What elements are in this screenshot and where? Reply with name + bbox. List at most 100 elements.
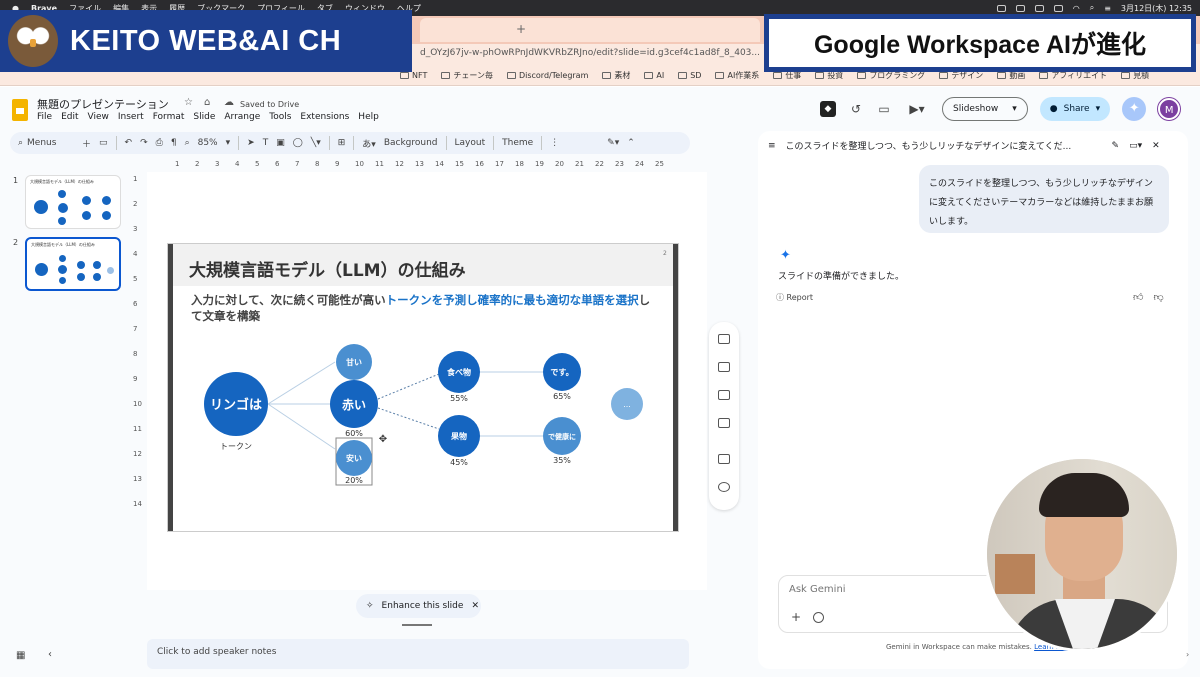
wifi-icon[interactable]: ◠: [1073, 4, 1080, 13]
battery-icon[interactable]: [1053, 4, 1063, 12]
shape-icon[interactable]: ◯: [293, 138, 303, 148]
slide-2[interactable]: 大規模言語モデル（LLM）の仕組み 2 入力に対して、次に続く可能性が高いトーク…: [168, 244, 678, 531]
calendar-icon[interactable]: [718, 334, 730, 344]
extension-icon[interactable]: ◆: [820, 101, 836, 117]
menubar-clock[interactable]: 3月12日(木) 12:35: [1121, 3, 1192, 14]
input-tools-icon[interactable]: あ▾: [362, 137, 376, 150]
ruler-tick-label: 19: [535, 160, 544, 168]
new-slide-icon[interactable]: ＋: [82, 137, 91, 150]
slide-number: 2: [13, 238, 19, 247]
bookmark-item[interactable]: 素材: [602, 70, 630, 81]
slides-logo-icon[interactable]: [12, 99, 28, 121]
ruler-tick-label: 4: [235, 160, 240, 168]
star-icon[interactable]: ☆: [184, 97, 193, 108]
folder-icon[interactable]: [718, 418, 730, 428]
gemini-sparkle-icon[interactable]: ✦: [1122, 97, 1147, 121]
collapse-filmstrip-icon[interactable]: ‹: [48, 649, 52, 660]
node-food-pct: 55%: [450, 394, 468, 403]
panel-layout-icon[interactable]: ▭▾: [1129, 141, 1142, 151]
menu-help[interactable]: Help: [358, 112, 379, 122]
bookmark-item[interactable]: Discord/Telegram: [506, 71, 588, 80]
chevron-down-icon[interactable]: ▾: [1096, 97, 1101, 121]
bookmark-item[interactable]: AI作業系: [715, 70, 759, 81]
background-button[interactable]: Background: [384, 138, 438, 148]
comments-icon[interactable]: ▭: [876, 101, 892, 117]
status-icon[interactable]: [996, 4, 1006, 12]
theme-button[interactable]: Theme: [502, 138, 533, 148]
line-icon[interactable]: ╲▾: [311, 138, 321, 148]
print-icon[interactable]: ⎙: [156, 138, 163, 148]
toolbar-divider: [445, 136, 447, 150]
menu-file[interactable]: File: [37, 112, 52, 122]
zoom-select[interactable]: 85%: [198, 138, 218, 148]
editing-mode-icon[interactable]: ✎▾: [607, 138, 619, 148]
control-center-icon[interactable]: ≡: [1104, 4, 1111, 13]
url-text[interactable]: d_OYzJ67jv-w-phOwRPnJdWKVRbZRJno/edit?sl…: [420, 48, 760, 58]
new-chat-icon[interactable]: ✎: [1112, 141, 1120, 151]
account-avatar[interactable]: M: [1158, 98, 1181, 120]
chevron-down-icon[interactable]: ▾: [1012, 98, 1017, 120]
gemini-thread-title[interactable]: このスライドを整理しつつ、もう少しリッチなデザインに変えてくだ...: [786, 139, 1102, 152]
move-folder-icon[interactable]: ⌂: [204, 97, 210, 108]
image-icon[interactable]: ▣: [276, 138, 285, 148]
meet-icon[interactable]: ▶▾: [904, 101, 930, 117]
menu-view[interactable]: View: [88, 112, 109, 122]
menu-slide[interactable]: Slide: [193, 112, 215, 122]
close-icon[interactable]: ✕: [471, 601, 479, 611]
menu-edit[interactable]: Edit: [61, 112, 78, 122]
status-icon[interactable]: [1015, 4, 1025, 12]
chevron-down-icon[interactable]: ▾: [226, 138, 231, 148]
menu-tools[interactable]: Tools: [269, 112, 291, 122]
target-icon[interactable]: [718, 482, 730, 492]
keep-icon[interactable]: [718, 362, 730, 372]
bookmark-item[interactable]: AI: [644, 71, 664, 80]
paint-format-icon[interactable]: ¶: [171, 138, 177, 148]
panel-scroll-icon[interactable]: ›: [1186, 650, 1189, 659]
bookmark-item[interactable]: チェーン毎: [441, 70, 493, 81]
close-icon[interactable]: ✕: [1152, 141, 1160, 151]
ruler-tick-label: 9: [335, 160, 340, 168]
menu-icon[interactable]: ≡: [768, 141, 776, 151]
ask-gemini-input[interactable]: [789, 584, 989, 595]
search-icon[interactable]: ⌕: [1090, 3, 1094, 13]
redo-icon[interactable]: ↷: [140, 138, 148, 148]
slideshow-button[interactable]: Slideshow ▾: [942, 97, 1028, 121]
more-options-icon[interactable]: ⋮: [550, 138, 559, 148]
share-button[interactable]: ● Share ▾: [1039, 97, 1111, 121]
new-tab-button[interactable]: +: [516, 22, 526, 36]
thumbs-down-icon[interactable]: 👎︎: [1153, 291, 1163, 303]
bookmark-item[interactable]: SD: [678, 71, 701, 80]
report-button[interactable]: ⓘ Report: [776, 292, 813, 303]
menu-arrange[interactable]: Arrange: [224, 112, 260, 122]
slide-thumbnail-1[interactable]: 大規模言語モデル（LLM）の仕組み: [25, 175, 121, 229]
header-actions: ◆ ↺ ▭ ▶▾ Slideshow ▾ ● Share ▾ ✦ M: [820, 96, 1181, 122]
thumbs-up-icon[interactable]: 👍︎: [1133, 291, 1143, 303]
menu-format[interactable]: Format: [153, 112, 185, 122]
add-icon[interactable]: +: [791, 610, 801, 624]
ruler-tick-label: 12: [395, 160, 404, 168]
collapse-toolbar-icon[interactable]: ⌃: [627, 138, 635, 148]
new-slide-layout-icon[interactable]: ▭: [99, 138, 108, 148]
add-on-icon[interactable]: [718, 454, 730, 464]
menu-insert[interactable]: Insert: [118, 112, 144, 122]
text-box-icon[interactable]: T: [263, 138, 269, 148]
history-icon[interactable]: ↺: [848, 101, 864, 117]
undo-icon[interactable]: ↶: [125, 138, 133, 148]
menus-search[interactable]: ⌕ Menus: [18, 138, 74, 148]
speaker-notes[interactable]: Click to add speaker notes: [147, 639, 689, 669]
slide-thumbnail-2[interactable]: 大規模言語モデル（LLM）の仕組み: [25, 237, 121, 291]
browser-tab-active[interactable]: +: [420, 18, 760, 42]
document-title[interactable]: 無題のプレゼンテーション: [37, 96, 169, 112]
grid-view-icon[interactable]: ▦: [16, 650, 25, 661]
layout-button[interactable]: Layout: [455, 138, 486, 148]
notes-resize-handle[interactable]: [402, 624, 432, 626]
tools-icon[interactable]: [813, 612, 824, 623]
contacts-icon[interactable]: [718, 390, 730, 400]
enhance-slide-chip[interactable]: ✧ Enhance this slide ✕: [356, 594, 481, 618]
menu-extensions[interactable]: Extensions: [300, 112, 349, 122]
select-tool-icon[interactable]: ➤: [247, 138, 255, 148]
comment-add-icon[interactable]: ⊞: [338, 138, 346, 148]
bookmark-item[interactable]: NFT: [400, 71, 427, 80]
status-icon[interactable]: [1034, 4, 1044, 12]
zoom-icon[interactable]: ⌕: [185, 138, 190, 148]
